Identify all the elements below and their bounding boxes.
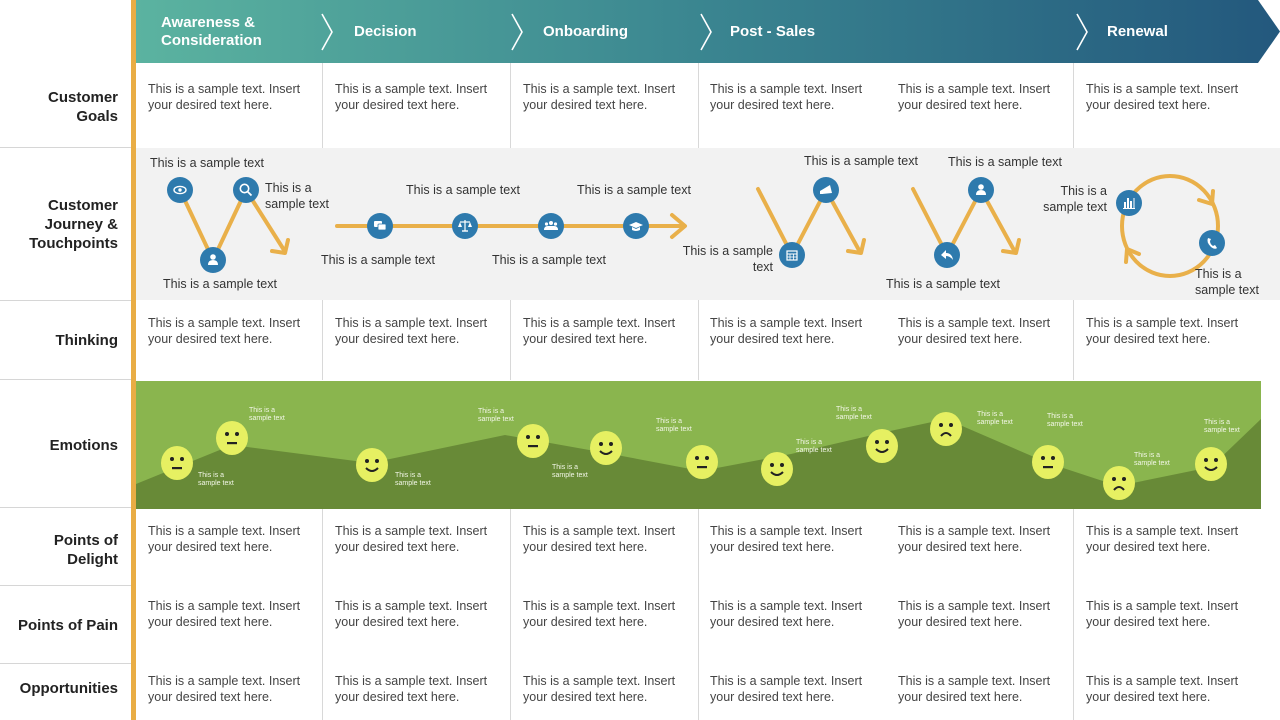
journey-loop <box>1120 174 1220 278</box>
graduation-cap-icon[interactable] <box>623 213 649 239</box>
touchpoint-label[interactable]: This is a sample text <box>321 252 435 268</box>
touchpoint-label[interactable]: This is a sample text <box>163 276 277 292</box>
touchpoint-label[interactable]: This is a sample text <box>804 153 918 169</box>
neutral-face-icon <box>686 445 718 479</box>
touchpoint-label[interactable]: This is a sample text <box>406 182 520 198</box>
emotion-label[interactable]: This is a sample text <box>478 408 514 424</box>
user-icon[interactable] <box>200 247 226 273</box>
touchpoint-label[interactable]: This is a sample text <box>1040 183 1107 215</box>
neutral-face-icon <box>517 424 549 458</box>
user-icon[interactable] <box>968 177 994 203</box>
emotion-label[interactable]: This is a sample text <box>1134 452 1170 468</box>
happy-face-icon <box>866 429 898 463</box>
journey-path <box>911 187 1017 257</box>
calendar-icon[interactable] <box>779 242 805 268</box>
emotion-label[interactable]: This is a sample text <box>656 418 692 434</box>
sad-face-icon <box>930 412 962 446</box>
journey-diagram <box>167 174 1225 278</box>
eye-icon[interactable] <box>167 177 193 203</box>
accent-bar <box>131 0 136 720</box>
neutral-face-icon <box>161 446 193 480</box>
chart-icon[interactable] <box>1116 190 1142 216</box>
emotion-label[interactable]: This is a sample text <box>1047 413 1083 429</box>
chat-icon[interactable] <box>367 213 393 239</box>
neutral-face-icon <box>216 421 248 455</box>
happy-face-icon <box>761 452 793 486</box>
reply-icon[interactable] <box>934 242 960 268</box>
emotion-label[interactable]: This is a sample text <box>198 472 234 488</box>
emotion-label[interactable]: This is a sample text <box>1204 419 1240 435</box>
happy-face-icon <box>356 448 388 482</box>
neutral-face-icon <box>1032 445 1064 479</box>
megaphone-icon[interactable] <box>813 177 839 203</box>
emotion-label[interactable]: This is a sample text <box>796 439 832 455</box>
journey-path <box>756 187 862 257</box>
search-icon[interactable] <box>233 177 259 203</box>
group-icon[interactable] <box>538 213 564 239</box>
emotion-label[interactable]: This is a sample text <box>249 407 285 423</box>
emotion-label[interactable]: This is a sample text <box>977 411 1013 427</box>
touchpoint-label[interactable]: This is a sample text <box>948 154 1062 170</box>
touchpoint-label[interactable]: This is a sample text <box>680 243 773 275</box>
emotion-label[interactable]: This is a sample text <box>395 472 431 488</box>
phone-icon[interactable] <box>1199 230 1225 256</box>
sad-face-icon <box>1103 466 1135 500</box>
emotion-label[interactable]: This is a sample text <box>552 464 588 480</box>
emotion-curve <box>136 381 1261 509</box>
touchpoint-label[interactable]: This is a sample text <box>492 252 606 268</box>
happy-face-icon <box>590 431 622 465</box>
touchpoint-label[interactable]: This is a sample text <box>1195 266 1259 298</box>
touchpoint-label[interactable]: This is a sample text <box>886 276 1000 292</box>
touchpoint-label[interactable]: This is a sample text <box>150 155 264 171</box>
customer-journey-map: Awareness & Consideration Decision Onboa… <box>0 0 1280 720</box>
emotion-label[interactable]: This is a sample text <box>836 406 872 422</box>
happy-face-icon <box>1195 447 1227 481</box>
touchpoint-label[interactable]: This is a sample text <box>265 180 329 212</box>
scales-icon[interactable] <box>452 213 478 239</box>
touchpoint-label[interactable]: This is a sample text <box>577 182 691 198</box>
